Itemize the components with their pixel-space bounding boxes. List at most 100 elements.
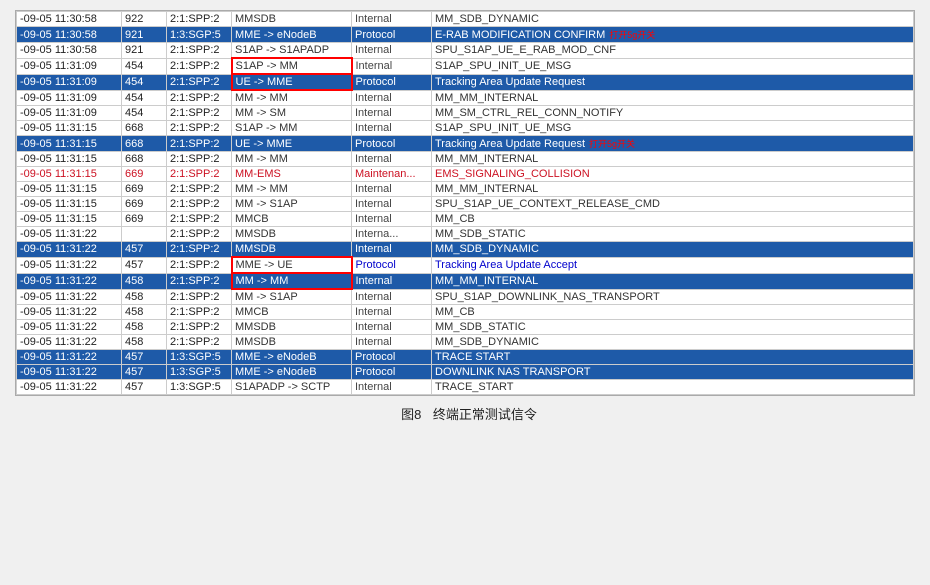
cell-type: Internal xyxy=(352,12,432,27)
cell-node: 2:1:SPP:2 xyxy=(167,12,232,27)
cell-time: -09-05 11:31:22 xyxy=(17,242,122,258)
cell-node: 2:1:SPP:2 xyxy=(167,167,232,182)
cell-src-dest: MMSDB xyxy=(232,320,352,335)
cell-src-dest: MME -> eNodeB xyxy=(232,365,352,380)
cell-node: 2:1:SPP:2 xyxy=(167,227,232,242)
cell-node: 2:1:SPP:2 xyxy=(167,305,232,320)
cell-src-dest: MME -> eNodeB xyxy=(232,350,352,365)
cell-node: 2:1:SPP:2 xyxy=(167,257,232,273)
cell-time: -09-05 11:30:58 xyxy=(17,12,122,27)
cell-node: 1:3:SGP:5 xyxy=(167,365,232,380)
cell-type: Internal xyxy=(352,380,432,395)
cell-time: -09-05 11:31:22 xyxy=(17,257,122,273)
cell-node: 2:1:SPP:2 xyxy=(167,182,232,197)
cell-id: 921 xyxy=(122,27,167,43)
cell-src-dest: MMSDB xyxy=(232,12,352,27)
cell-node: 2:1:SPP:2 xyxy=(167,273,232,289)
cell-time: -09-05 11:31:22 xyxy=(17,273,122,289)
cell-time: -09-05 11:31:15 xyxy=(17,167,122,182)
cell-id: 454 xyxy=(122,74,167,90)
log-table-container: -09-05 11:30:58 922 2:1:SPP:2 MMSDB Inte… xyxy=(15,10,915,396)
cell-message: MM_SM_CTRL_REL_CONN_NOTIFY xyxy=(432,106,914,121)
cell-message: MM_CB xyxy=(432,212,914,227)
cell-message: MM_MM_INTERNAL xyxy=(432,273,914,289)
cell-message: MM_SDB_DYNAMIC xyxy=(432,242,914,258)
cell-id xyxy=(122,227,167,242)
cell-time: -09-05 11:31:09 xyxy=(17,74,122,90)
cell-time: -09-05 11:31:22 xyxy=(17,227,122,242)
table-row: -09-05 11:31:15 668 2:1:SPP:2 UE -> MME … xyxy=(17,136,914,152)
cell-time: -09-05 11:31:22 xyxy=(17,365,122,380)
cell-type: Internal xyxy=(352,182,432,197)
cell-id: 458 xyxy=(122,273,167,289)
cell-message: MM_SDB_DYNAMIC xyxy=(432,12,914,27)
cell-src-dest: MM -> MM xyxy=(232,152,352,167)
cell-id: 668 xyxy=(122,121,167,136)
cell-id: 458 xyxy=(122,335,167,350)
table-row: -09-05 11:31:15 669 2:1:SPP:2 MMCB Inter… xyxy=(17,212,914,227)
cell-message: S1AP_SPU_INIT_UE_MSG xyxy=(432,58,914,74)
cell-src-dest: S1AP -> S1APADP xyxy=(232,43,352,59)
cell-src-dest: MME -> UE xyxy=(232,257,352,273)
cell-type: Protocol xyxy=(352,350,432,365)
table-row: -09-05 11:31:09 454 2:1:SPP:2 MM -> SM I… xyxy=(17,106,914,121)
cell-message: E-RAB MODIFICATION CONFIRM打开5g开关 xyxy=(432,27,914,43)
table-row: -09-05 11:30:58 922 2:1:SPP:2 MMSDB Inte… xyxy=(17,12,914,27)
cell-node: 2:1:SPP:2 xyxy=(167,106,232,121)
cell-type: Protocol xyxy=(352,136,432,152)
cell-time: -09-05 11:31:09 xyxy=(17,58,122,74)
cell-node: 1:3:SGP:5 xyxy=(167,380,232,395)
cell-node: 2:1:SPP:2 xyxy=(167,90,232,106)
cell-type: Internal xyxy=(352,43,432,59)
table-row: -09-05 11:31:22 458 2:1:SPP:2 MM -> MM I… xyxy=(17,273,914,289)
cell-time: -09-05 11:30:58 xyxy=(17,27,122,43)
cell-id: 454 xyxy=(122,58,167,74)
cell-node: 2:1:SPP:2 xyxy=(167,58,232,74)
cell-id: 454 xyxy=(122,90,167,106)
cell-type: Internal xyxy=(352,58,432,74)
cell-node: 1:3:SGP:5 xyxy=(167,350,232,365)
cell-node: 2:1:SPP:2 xyxy=(167,289,232,305)
table-row: -09-05 11:31:22 457 1:3:SGP:5 S1APADP ->… xyxy=(17,380,914,395)
cell-node: 2:1:SPP:2 xyxy=(167,212,232,227)
cell-type: Protocol xyxy=(352,27,432,43)
cell-message: SPU_S1AP_DOWNLINK_NAS_TRANSPORT xyxy=(432,289,914,305)
table-row: -09-05 11:31:22 2:1:SPP:2 MMSDB Interna.… xyxy=(17,227,914,242)
table-row: -09-05 11:31:22 458 2:1:SPP:2 MM -> S1AP… xyxy=(17,289,914,305)
cell-type: Internal xyxy=(352,320,432,335)
cell-message: SPU_S1AP_UE_E_RAB_MOD_CNF xyxy=(432,43,914,59)
cell-src-dest: UE -> MME xyxy=(232,74,352,90)
cell-type: Internal xyxy=(352,152,432,167)
cell-message: MM_SDB_STATIC xyxy=(432,227,914,242)
cell-node: 1:3:SGP:5 xyxy=(167,27,232,43)
cell-time: -09-05 11:31:22 xyxy=(17,289,122,305)
table-row: -09-05 11:31:22 457 2:1:SPP:2 MME -> UE … xyxy=(17,257,914,273)
table-row: -09-05 11:31:22 458 2:1:SPP:2 MMSDB Inte… xyxy=(17,335,914,350)
table-row: -09-05 11:31:22 457 2:1:SPP:2 MMSDB Inte… xyxy=(17,242,914,258)
cell-src-dest: UE -> MME xyxy=(232,136,352,152)
cell-id: 669 xyxy=(122,212,167,227)
cell-message: MM_SDB_DYNAMIC xyxy=(432,335,914,350)
cell-src-dest: MMSDB xyxy=(232,242,352,258)
cell-src-dest: MM -> MM xyxy=(232,273,352,289)
cell-src-dest: MM -> SM xyxy=(232,106,352,121)
cell-id: 669 xyxy=(122,197,167,212)
cell-time: -09-05 11:31:22 xyxy=(17,305,122,320)
cell-src-dest: MM -> S1AP xyxy=(232,289,352,305)
cell-id: 458 xyxy=(122,289,167,305)
cell-src-dest: MMCB xyxy=(232,212,352,227)
cell-time: -09-05 11:31:15 xyxy=(17,182,122,197)
figure-number: 图8 xyxy=(401,407,421,422)
table-row: -09-05 11:31:22 457 1:3:SGP:5 MME -> eNo… xyxy=(17,365,914,380)
cell-message: TRACE_START xyxy=(432,380,914,395)
cell-id: 921 xyxy=(122,43,167,59)
table-row: -09-05 11:30:58 921 1:3:SGP:5 MME -> eNo… xyxy=(17,27,914,43)
cell-src-dest: S1AP -> MM xyxy=(232,121,352,136)
cell-id: 457 xyxy=(122,257,167,273)
cell-node: 2:1:SPP:2 xyxy=(167,136,232,152)
cell-id: 458 xyxy=(122,305,167,320)
cell-node: 2:1:SPP:2 xyxy=(167,152,232,167)
cell-time: -09-05 11:31:09 xyxy=(17,106,122,121)
cell-node: 2:1:SPP:2 xyxy=(167,242,232,258)
cell-type: Internal xyxy=(352,242,432,258)
